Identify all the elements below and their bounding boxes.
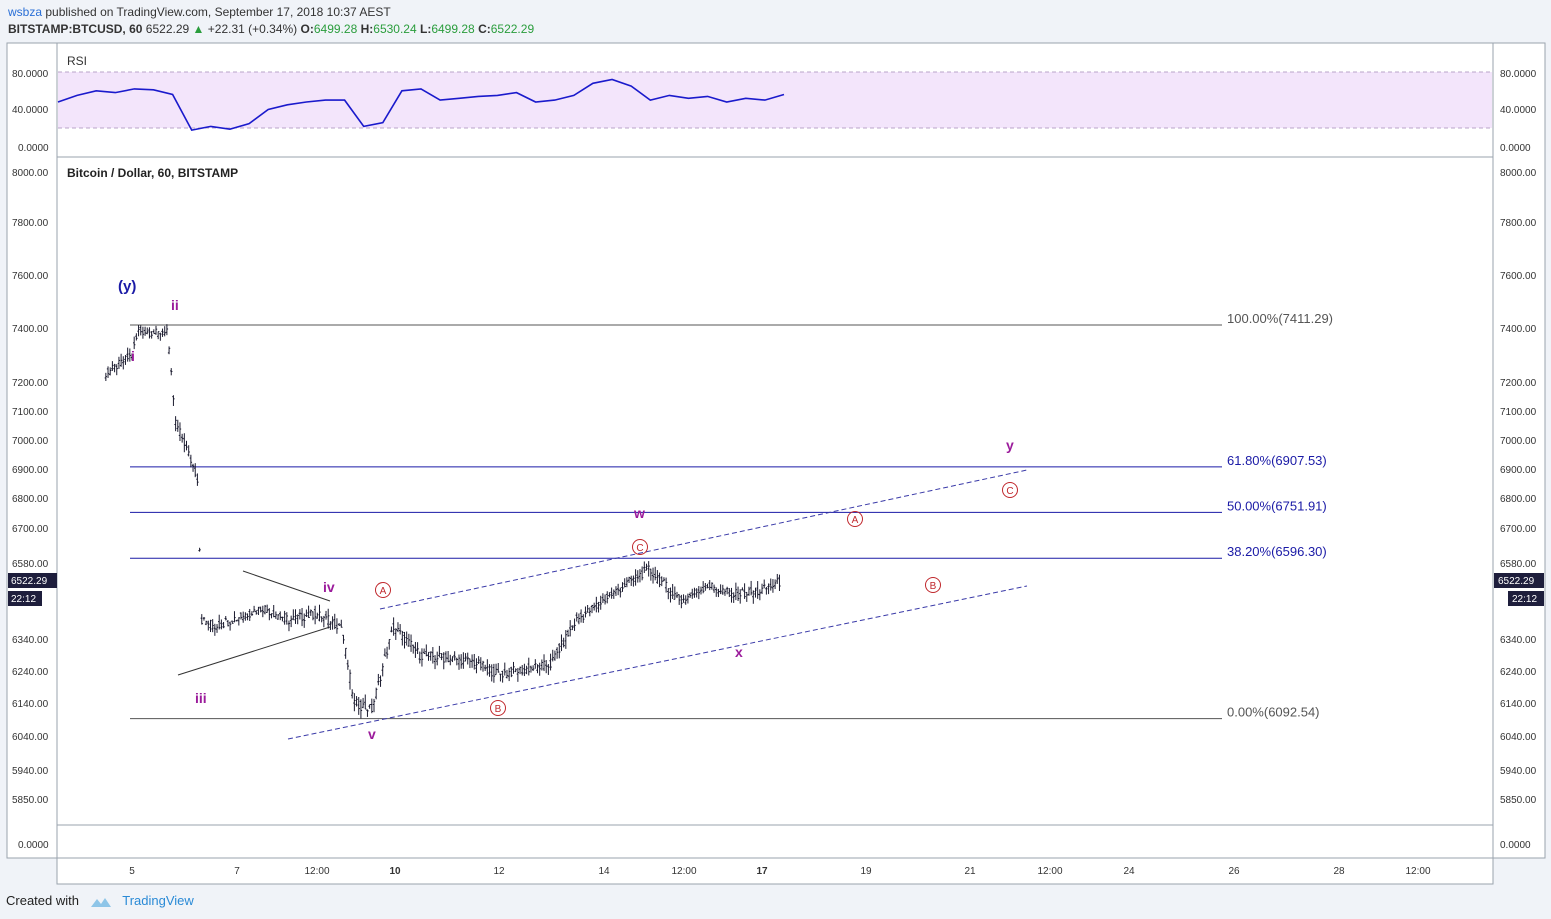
main-chart-title: Bitcoin / Dollar, 60, BITSTAMP: [67, 166, 238, 180]
price-tick-right: 7400.00: [1500, 324, 1537, 335]
countdown-tag-left-text: 22:12: [11, 594, 36, 605]
price-tick-left: 7100.00: [12, 407, 49, 418]
price-tick-right: 7000.00: [1500, 436, 1537, 447]
created-with-text: Created with: [6, 893, 79, 908]
price-tick-right: 7800.00: [1500, 218, 1537, 229]
wave-label-b-1: B: [495, 704, 502, 715]
price-tick-right: 6700.00: [1500, 524, 1537, 535]
time-tick-label: 21: [964, 866, 976, 877]
last-price-tag-left-text: 6522.29: [11, 576, 48, 587]
time-tick-label: 12:00: [1037, 866, 1062, 877]
wave-label-y: y: [1006, 437, 1014, 453]
fib-label-1: 61.80%(6907.53): [1227, 453, 1327, 468]
price-tick-left: 7400.00: [12, 324, 49, 335]
price-tick-left: 7000.00: [12, 436, 49, 447]
time-tick-label: 19: [860, 866, 872, 877]
volume-panel[interactable]: [56, 824, 1494, 859]
price-tick-left: 7600.00: [12, 271, 49, 282]
fib-label-2: 50.00%(6751.91): [1227, 498, 1327, 513]
time-tick-label: 24: [1123, 866, 1135, 877]
chart-canvas[interactable]: RSI 80.0000 40.0000 0.0000 80.0000 40.00…: [0, 0, 1551, 919]
price-tick-right: 6900.00: [1500, 465, 1537, 476]
wave-label-ii: ii: [171, 297, 179, 313]
time-tick-label: 12:00: [1405, 866, 1430, 877]
rsi-tick-left-0: 0.0000: [18, 143, 49, 154]
wave-label-b-2: B: [930, 581, 937, 592]
price-tick-left: 6800.00: [12, 494, 49, 505]
time-tick-label: 5: [129, 866, 135, 877]
wave-label-a-1: A: [380, 586, 387, 597]
price-tick-left: 5850.00: [12, 795, 49, 806]
tradingview-logo-icon: [90, 897, 111, 907]
time-tick-label: 7: [234, 866, 240, 877]
wave-label-iii: iii: [195, 690, 207, 706]
rsi-tick-right-0: 0.0000: [1500, 143, 1531, 154]
price-tick-left: 8000.00: [12, 168, 49, 179]
time-tick-label: 10: [389, 866, 401, 877]
countdown-tag-right-text: 22:12: [1512, 594, 1537, 605]
wave-label-x: x: [735, 644, 743, 660]
rsi-tick-left-40: 40.0000: [12, 105, 49, 116]
wave-label-y-major: (y): [118, 278, 136, 295]
price-tick-right: 6800.00: [1500, 494, 1537, 505]
price-tick-right: 5850.00: [1500, 795, 1537, 806]
fib-label-0: 100.00%(7411.29): [1227, 311, 1333, 326]
wave-label-a-2: A: [852, 515, 859, 526]
price-tick-right: 8000.00: [1500, 168, 1537, 179]
price-tick-left: 6040.00: [12, 732, 49, 743]
fib-label-4: 0.00%(6092.54): [1227, 705, 1320, 720]
price-tick-right: 6580.00: [1500, 559, 1537, 570]
time-tick-label: 12:00: [304, 866, 329, 877]
wave-label-c-1: C: [636, 543, 643, 554]
rsi-title: RSI: [67, 54, 87, 68]
rsi-tick-right-40: 40.0000: [1500, 105, 1537, 116]
time-axis[interactable]: [56, 857, 1494, 885]
price-tick-left: 5940.00: [12, 766, 49, 777]
wave-label-c-2: C: [1006, 486, 1013, 497]
rsi-tick-right-80: 80.0000: [1500, 69, 1537, 80]
price-tick-right: 6140.00: [1500, 699, 1537, 710]
main-price-panel[interactable]: [56, 156, 1494, 826]
price-tick-right: 6240.00: [1500, 667, 1537, 678]
rsi-tick-left-80: 80.0000: [12, 69, 49, 80]
price-tick-right: 6040.00: [1500, 732, 1537, 743]
time-tick-label: 12: [493, 866, 505, 877]
footer: Created with TradingView: [6, 893, 194, 909]
rsi-band: [58, 72, 1492, 128]
wave-label-i: i: [131, 348, 135, 364]
price-tick-left: 6240.00: [12, 667, 49, 678]
price-tick-left: 7200.00: [12, 378, 49, 389]
time-tick-label: 14: [598, 866, 610, 877]
tradingview-link[interactable]: TradingView: [122, 893, 194, 908]
wave-label-v: v: [368, 726, 376, 742]
price-tick-left: 6580.00: [12, 559, 49, 570]
time-tick-label: 26: [1228, 866, 1240, 877]
price-tick-right: 7200.00: [1500, 378, 1537, 389]
time-tick-label: 12:00: [671, 866, 696, 877]
volume-tick-right: 0.0000: [1500, 840, 1531, 851]
price-tick-left: 6900.00: [12, 465, 49, 476]
fib-label-3: 38.20%(6596.30): [1227, 544, 1327, 559]
time-tick-label: 28: [1333, 866, 1345, 877]
price-tick-left: 6340.00: [12, 635, 49, 646]
wave-label-w: w: [633, 505, 645, 521]
last-price-tag-right-text: 6522.29: [1498, 576, 1535, 587]
volume-tick-left: 0.0000: [18, 840, 49, 851]
price-tick-left: 6140.00: [12, 699, 49, 710]
price-tick-left: 7800.00: [12, 218, 49, 229]
time-tick-label: 17: [756, 866, 768, 877]
price-tick-right: 6340.00: [1500, 635, 1537, 646]
price-tick-right: 7600.00: [1500, 271, 1537, 282]
wave-label-iv: iv: [323, 579, 335, 595]
price-tick-right: 7100.00: [1500, 407, 1537, 418]
price-tick-right: 5940.00: [1500, 766, 1537, 777]
price-tick-left: 6700.00: [12, 524, 49, 535]
